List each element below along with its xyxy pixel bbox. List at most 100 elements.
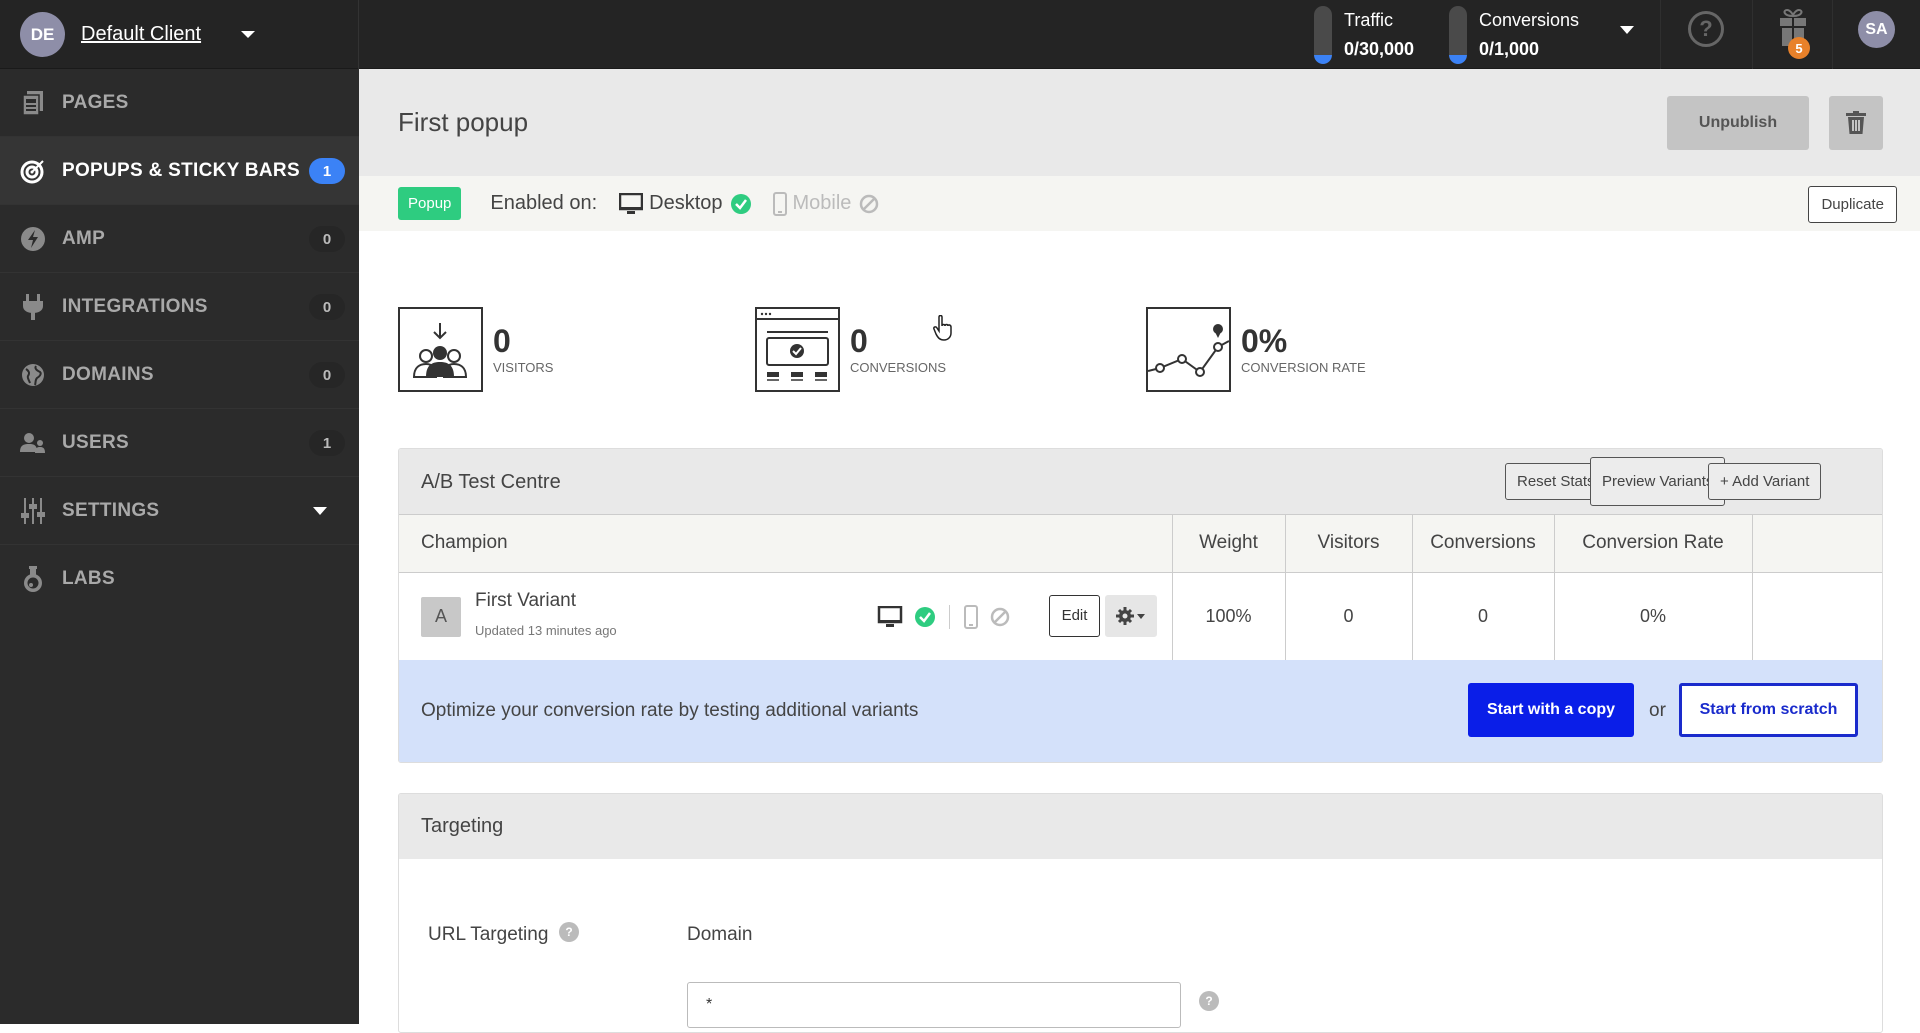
sidebar-item-users[interactable]: USERS 1: [0, 409, 359, 477]
conversions-value: 0: [850, 323, 868, 359]
sidebar-item-pages[interactable]: PAGES: [0, 69, 359, 137]
page-header: First popup Unpublish: [359, 69, 1920, 176]
client-name-link[interactable]: Default Client: [81, 23, 201, 46]
gift-badge: 5: [1788, 37, 1810, 59]
check-circle-icon: [730, 193, 751, 214]
start-from-scratch-button[interactable]: Start from scratch: [1679, 683, 1858, 737]
sidebar-item-label: AMP: [62, 227, 106, 249]
variant-name[interactable]: First Variant: [475, 590, 576, 612]
sidebar-item-domains[interactable]: DOMAINS 0: [0, 341, 359, 409]
conversion-rate-value: 0%: [1241, 323, 1288, 359]
help-icon[interactable]: ?: [559, 922, 579, 942]
domain-input[interactable]: [687, 982, 1181, 1028]
champion-cell: A First Variant Updated 13 minutes ago E…: [399, 572, 1173, 660]
desktop-label: Desktop: [649, 192, 723, 214]
preview-variants-button[interactable]: Preview Variants: [1590, 457, 1726, 506]
type-badge: Popup: [398, 187, 462, 220]
sidebar-item-label: SETTINGS: [62, 499, 160, 521]
or-text: or: [1649, 700, 1666, 721]
start-with-copy-button[interactable]: Start with a copy: [1468, 683, 1634, 737]
sliders-icon: [20, 497, 46, 524]
sidebar-item-popups[interactable]: POPUPS & STICKY BARS 1: [0, 137, 359, 205]
conversion-rate-stat: 0% CONVERSION RATE: [1146, 307, 1366, 392]
duplicate-button[interactable]: Duplicate: [1808, 186, 1897, 223]
desktop-icon: [619, 192, 644, 214]
sidebar-item-label: LABS: [62, 568, 115, 589]
help-icon[interactable]: ?: [1688, 11, 1724, 47]
targeting-header: Targeting: [399, 794, 1882, 859]
column-header: Conversions: [1412, 515, 1555, 573]
client-switcher[interactable]: DE Default Client: [0, 0, 359, 69]
visitors-stat: 0 VISITORS: [398, 307, 553, 392]
url-targeting-label: URL Targeting: [428, 924, 549, 945]
sidebar-item-amp[interactable]: AMP 0: [0, 205, 359, 273]
chevron-down-icon[interactable]: [241, 31, 256, 38]
sidebar-item-badge: 1: [309, 158, 345, 184]
ab-test-panel: A/B Test Centre Reset Stats Preview Vari…: [398, 448, 1883, 763]
stats-row: 0 VISITORS 0 CONVERSIONS 0% CONVERSION R…: [398, 307, 1898, 392]
mobile-status: Mobile: [772, 191, 880, 216]
targeting-title: Targeting: [421, 815, 504, 837]
domain-label: Domain: [687, 924, 753, 945]
desktop-status: Desktop: [619, 192, 751, 215]
edit-variant-button[interactable]: Edit: [1049, 594, 1100, 637]
column-header: Visitors: [1285, 515, 1413, 573]
enabled-on-label: Enabled on:: [490, 192, 598, 214]
usage-dropdown-icon[interactable]: [1620, 26, 1634, 34]
weight-cell: 100%: [1172, 572, 1286, 660]
add-variant-button[interactable]: + Add Variant: [1708, 463, 1822, 500]
delete-button[interactable]: [1829, 96, 1883, 150]
sidebar-item-settings[interactable]: SETTINGS: [0, 477, 359, 545]
column-header: Conversion Rate: [1554, 515, 1753, 573]
desktop-icon: [877, 605, 903, 627]
conversions-label: Conversions: [1479, 9, 1580, 30]
variant-settings-button[interactable]: [1105, 594, 1157, 637]
targeting-panel: Targeting URL Targeting ? Domain ?: [398, 793, 1883, 1033]
empty-cell: [1752, 572, 1882, 660]
conversions-label: CONVERSIONS: [850, 360, 947, 375]
user-avatar[interactable]: SA: [1858, 11, 1895, 48]
conversions-value: 0/1,000: [1479, 38, 1540, 59]
gear-icon: [1116, 606, 1145, 625]
unpublish-button[interactable]: Unpublish: [1667, 96, 1809, 150]
sidebar-item-integrations[interactable]: INTEGRATIONS 0: [0, 273, 359, 341]
mobile-icon: [772, 191, 787, 216]
traffic-value: 0/30,000: [1344, 38, 1415, 59]
mobile-icon: [964, 604, 978, 629]
sidebar-item-badge: 0: [309, 362, 345, 388]
sidebar-item-label: POPUPS & STICKY BARS: [62, 159, 300, 181]
trash-icon: [1846, 111, 1866, 134]
sidebar-item-labs[interactable]: LABS: [0, 545, 359, 613]
sidebar-item-badge: 0: [309, 294, 345, 320]
lightning-icon: [20, 226, 46, 252]
globe-icon: [20, 362, 46, 388]
users-icon: [20, 430, 46, 456]
help-icon[interactable]: ?: [1199, 991, 1219, 1011]
disabled-icon: [860, 194, 879, 213]
variant-updated: Updated 13 minutes ago: [475, 622, 617, 638]
conversions-cell: 0: [1412, 572, 1555, 660]
sidebar: PAGES POPUPS & STICKY BARS 1 AMP 0 INTEG…: [0, 69, 359, 1024]
flask-icon: [20, 566, 46, 592]
pages-icon: [20, 90, 46, 116]
target-icon: [20, 158, 46, 184]
conversions-icon: [755, 307, 840, 392]
traffic-usage: Traffic 0/30,000: [1314, 0, 1414, 69]
conversions-meter: [1449, 5, 1467, 64]
sidebar-item-label: DOMAINS: [62, 363, 154, 385]
ab-test-title: A/B Test Centre: [421, 471, 561, 493]
page-title: First popup: [398, 107, 529, 137]
status-bar: Popup Enabled on: Desktop Mobile Duplica…: [359, 176, 1920, 231]
visitors-icon: [398, 307, 483, 392]
mobile-label: Mobile: [792, 192, 852, 214]
chevron-down-icon[interactable]: [313, 507, 327, 515]
top-bar: DE Default Client Traffic 0/30,000 Conve…: [0, 0, 1920, 69]
optimize-banner: Optimize your conversion rate by testing…: [399, 660, 1882, 762]
sidebar-item-badge: 0: [309, 226, 345, 252]
traffic-meter: [1314, 5, 1332, 64]
sidebar-item-label: PAGES: [62, 91, 129, 113]
conversion-rate-icon: [1146, 307, 1231, 392]
main-content: First popup Unpublish Popup Enabled on: …: [359, 69, 1920, 1033]
conversions-usage: Conversions 0/1,000: [1449, 0, 1579, 69]
column-header: Champion: [399, 515, 1173, 573]
